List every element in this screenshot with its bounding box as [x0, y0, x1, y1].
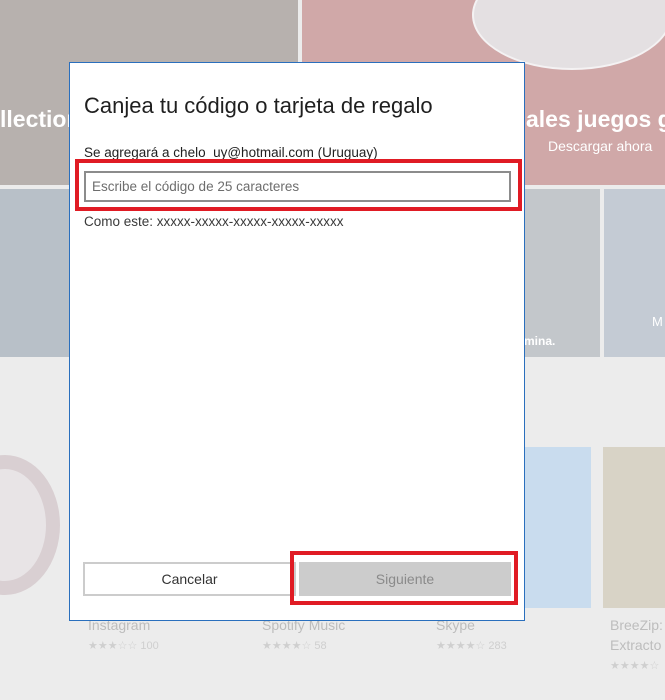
account-info: Se agregará a chelo_uy@hotmail.com (Urug…	[84, 145, 378, 160]
app-rating-count: 100	[140, 640, 159, 652]
app-rating-spotify: ★★★★☆ 58	[262, 640, 327, 652]
app-rating-count: 283	[488, 640, 507, 652]
app-name-breezip[interactable]: BreeZip:	[610, 617, 663, 633]
dialog-title: Canjea tu código o tarjeta de regalo	[84, 93, 433, 118]
feature-tile-2-caption: mina.	[524, 334, 556, 348]
next-button[interactable]: Siguiente	[299, 562, 511, 596]
app-name-breezip-line2[interactable]: Extracto	[610, 637, 661, 653]
cancel-button[interactable]: Cancelar	[83, 562, 296, 596]
redeem-code-dialog: Canjea tu código o tarjeta de regalo Se …	[69, 62, 525, 621]
app-rating-breezip: ★★★★☆	[610, 660, 660, 672]
music-app-icon[interactable]	[0, 455, 60, 595]
feature-tile-3[interactable]	[604, 189, 665, 357]
hero-right-title: ales juegos g	[526, 106, 665, 132]
hero-right-subtitle: Descargar ahora	[548, 138, 653, 154]
code-input[interactable]	[84, 171, 511, 202]
breezip-app-icon[interactable]	[603, 447, 665, 608]
app-rating-instagram: ★★★☆☆ 100	[88, 640, 159, 652]
hero-tile-graphic	[472, 0, 665, 70]
app-rating-skype: ★★★★☆ 283	[436, 640, 507, 652]
code-format-hint: Como este: xxxxx-xxxxx-xxxxx-xxxxx-xxxxx	[84, 214, 344, 229]
app-rating-count: 58	[314, 640, 327, 652]
feature-tile-3-caption: M	[652, 314, 663, 329]
